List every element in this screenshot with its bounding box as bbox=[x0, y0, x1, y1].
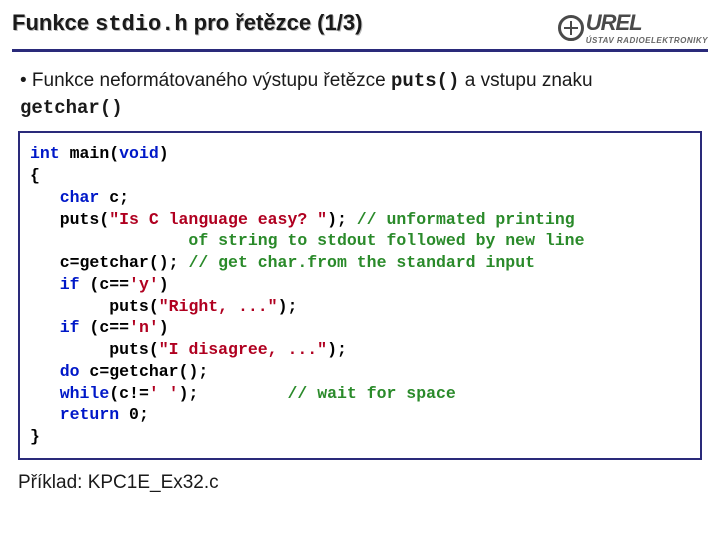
bullet-text: • Funkce neformátovaného výstupu řetězce… bbox=[20, 68, 700, 121]
code-string: 'y' bbox=[129, 275, 159, 294]
code-text: ); bbox=[327, 340, 347, 359]
code-text: puts( bbox=[30, 297, 159, 316]
code-text: ) bbox=[159, 144, 169, 163]
code-text: ) bbox=[159, 318, 169, 337]
code-comment: // wait for space bbox=[287, 384, 455, 403]
title-post: pro řetězce (1/3) bbox=[188, 10, 363, 35]
code-text: ); bbox=[179, 384, 288, 403]
code-text: main( bbox=[60, 144, 119, 163]
code-text bbox=[30, 318, 60, 337]
code-string: ' ' bbox=[149, 384, 179, 403]
code-comment: // get char.from the standard input bbox=[188, 253, 535, 272]
page-title: Funkce stdio.h pro řetězce (1/3) bbox=[12, 10, 362, 37]
code-kw: if bbox=[60, 318, 80, 337]
bullet-lead: • Funkce neformátovaného výstupu řetězce bbox=[20, 70, 391, 91]
code-kw: while bbox=[60, 384, 110, 403]
bullet-code2: getchar() bbox=[20, 97, 123, 119]
bullet-mid: a vstupu znaku bbox=[459, 70, 592, 91]
code-kw: int bbox=[30, 144, 60, 163]
header-row: Funkce stdio.h pro řetězce (1/3) UREL ÚS… bbox=[12, 10, 708, 45]
code-kw: char bbox=[60, 188, 100, 207]
code-kw: if bbox=[60, 275, 80, 294]
code-text: c=getchar(); bbox=[80, 362, 209, 381]
code-string: "Right, ..." bbox=[159, 297, 278, 316]
code-string: 'n' bbox=[129, 318, 159, 337]
code-text: { bbox=[30, 166, 40, 185]
code-text: (c== bbox=[80, 318, 130, 337]
code-text: (c!= bbox=[109, 384, 149, 403]
code-text: c; bbox=[99, 188, 129, 207]
bullet-code1: puts() bbox=[391, 70, 459, 92]
title-pre: Funkce bbox=[12, 10, 95, 35]
title-mono: stdio.h bbox=[95, 12, 187, 37]
code-text: puts( bbox=[30, 210, 109, 229]
code-text bbox=[30, 405, 60, 424]
code-text bbox=[30, 384, 60, 403]
code-string: "I disagree, ..." bbox=[159, 340, 327, 359]
code-text bbox=[30, 188, 60, 207]
code-text: 0; bbox=[119, 405, 149, 424]
slide: Funkce stdio.h pro řetězce (1/3) UREL ÚS… bbox=[0, 0, 720, 540]
code-comment: // unformated printing bbox=[357, 210, 575, 229]
code-text: c=getchar(); bbox=[30, 253, 188, 272]
logo-ring-icon bbox=[558, 15, 584, 41]
logo-text: UREL bbox=[586, 10, 708, 36]
code-text: } bbox=[30, 427, 40, 446]
divider bbox=[12, 49, 708, 52]
code-text: (c== bbox=[80, 275, 130, 294]
code-kw: return bbox=[60, 405, 119, 424]
logo-subtext: ÚSTAV RADIOELEKTRONIKY bbox=[586, 36, 708, 45]
code-block: int main(void) { char c; puts("Is C lang… bbox=[18, 131, 702, 460]
code-kw: do bbox=[60, 362, 80, 381]
footer-text: Příklad: KPC1E_Ex32.c bbox=[18, 472, 702, 494]
code-text: puts( bbox=[30, 340, 159, 359]
code-string: "Is C language easy? " bbox=[109, 210, 327, 229]
code-kw: void bbox=[119, 144, 159, 163]
code-text: ); bbox=[278, 297, 298, 316]
code-text: ) bbox=[159, 275, 169, 294]
logo-mark: UREL ÚSTAV RADIOELEKTRONIKY bbox=[558, 10, 708, 45]
code-text bbox=[30, 362, 60, 381]
code-text bbox=[30, 275, 60, 294]
code-text: ); bbox=[327, 210, 357, 229]
logo: UREL ÚSTAV RADIOELEKTRONIKY bbox=[558, 10, 708, 45]
code-comment: of string to stdout followed by new line bbox=[30, 231, 585, 250]
